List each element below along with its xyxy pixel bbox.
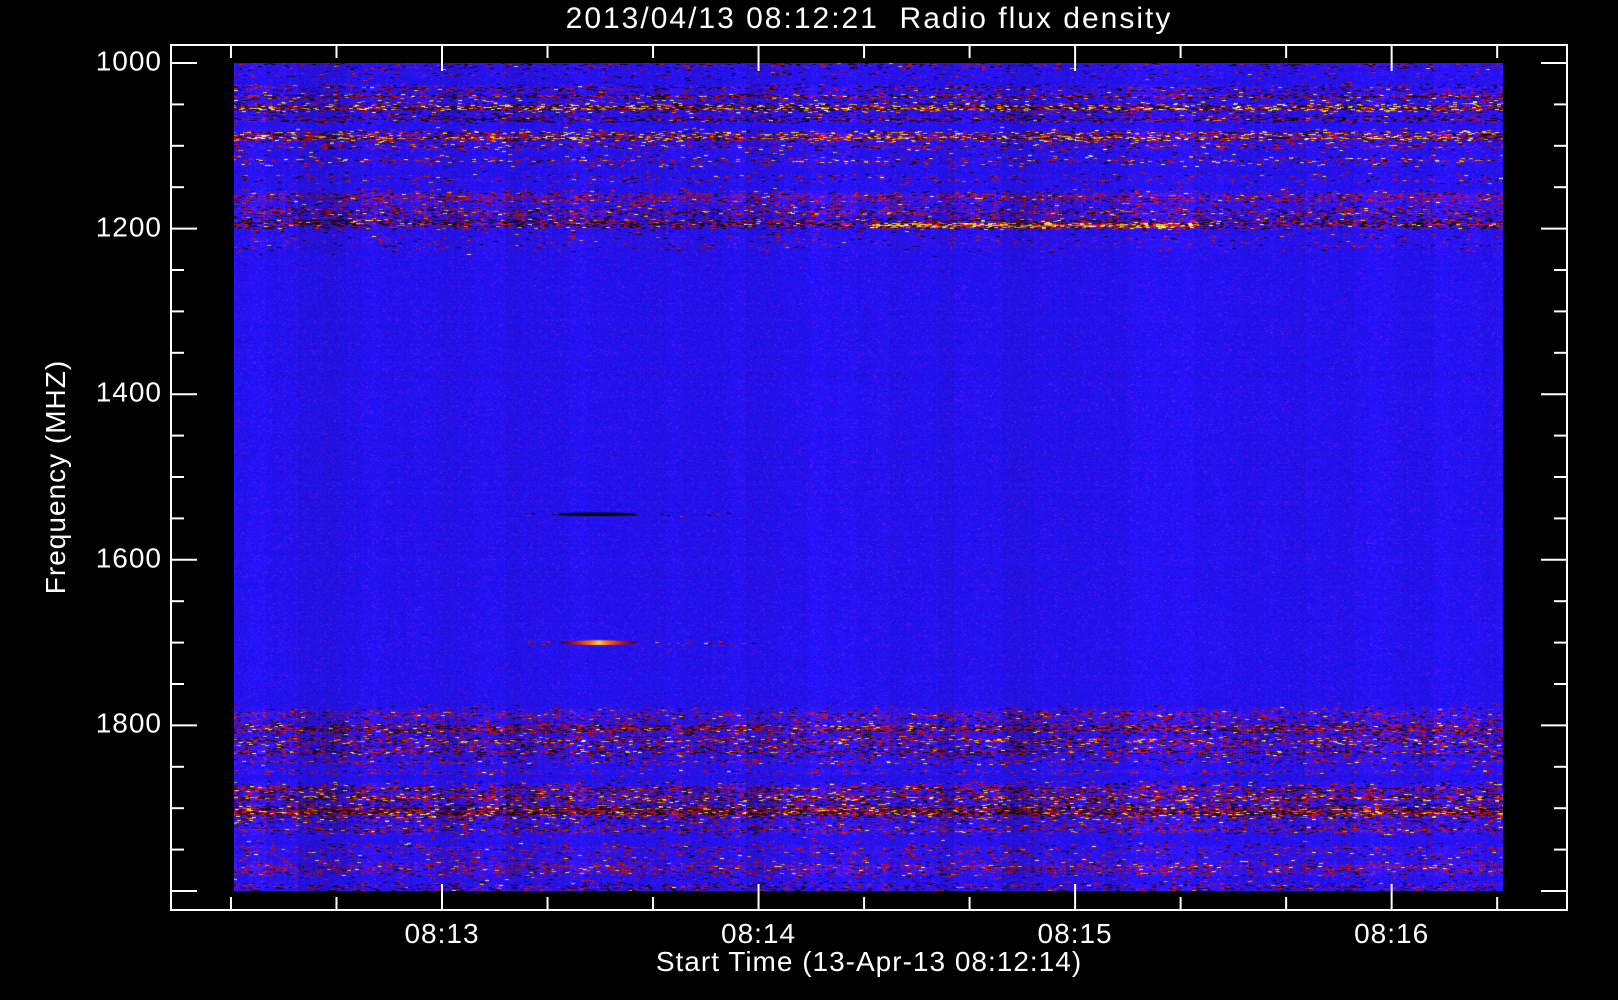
y-axis-title: Frequency (MHZ): [40, 359, 71, 595]
x-axis-title: Start Time (13-Apr-13 08:12:14): [655, 946, 1083, 977]
y-tick-label: 1800: [95, 708, 162, 740]
spectrogram-chart: 2013/04/13 08:12:21 Radio flux density 1…: [0, 0, 1618, 1000]
spectrogram-canvas: [234, 63, 1503, 891]
y-tick-label: 1000: [95, 45, 162, 77]
x-tick-label: 08:13: [404, 918, 480, 949]
chart-title: 2013/04/13 08:12:21 Radio flux density: [565, 2, 1173, 35]
y-tick-label: 1200: [95, 211, 162, 243]
x-tick-label: 08:16: [1354, 918, 1430, 949]
